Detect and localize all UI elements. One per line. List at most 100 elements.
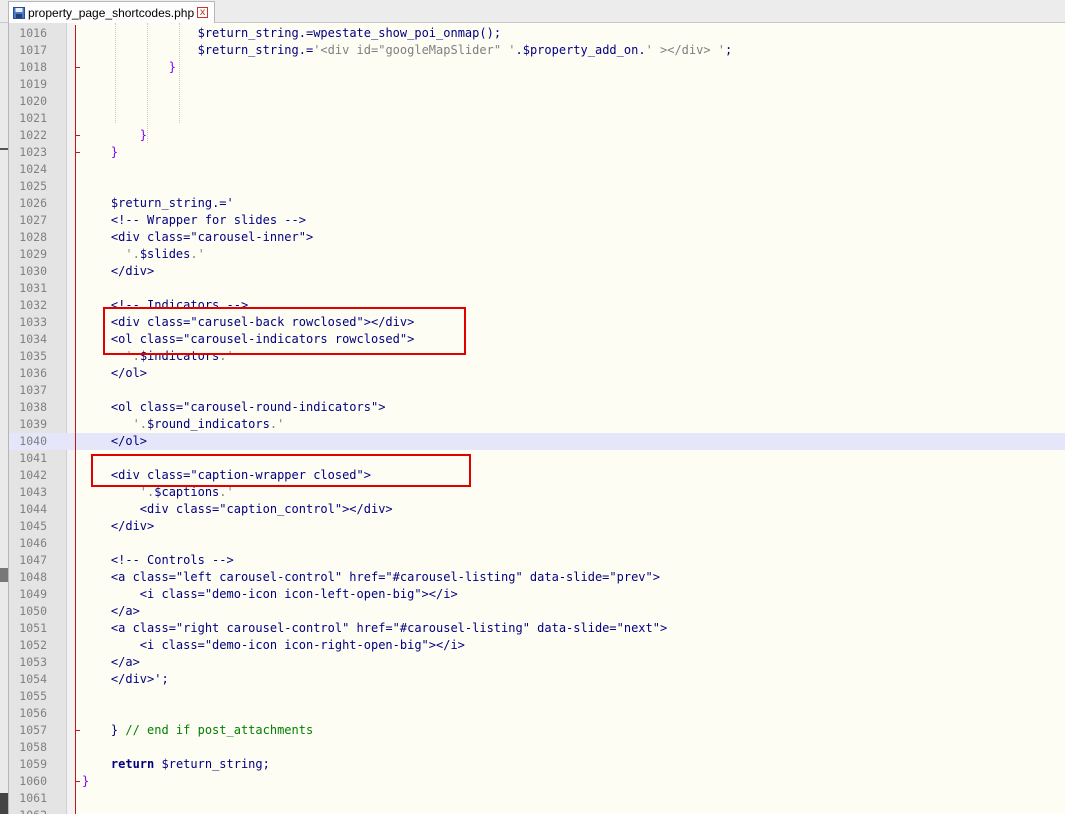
line-number: 1059	[19, 757, 47, 771]
line-number: 1041	[19, 451, 47, 465]
fold-line	[75, 331, 76, 348]
fold-line	[75, 246, 76, 263]
code-line[interactable]: 1028 <div class="carousel-inner">	[9, 229, 1065, 246]
line-number: 1039	[19, 417, 47, 431]
panel-marker	[0, 793, 8, 814]
indent-guide	[115, 23, 116, 123]
code-text: <i class="demo-icon icon-left-open-big">…	[82, 587, 458, 601]
code-line[interactable]: 1029 '.$slides.'	[9, 246, 1065, 263]
code-line[interactable]: 1052 <i class="demo-icon icon-right-open…	[9, 637, 1065, 654]
fold-end-marker	[75, 135, 80, 136]
code-line[interactable]: 1027 <!-- Wrapper for slides -->	[9, 212, 1065, 229]
code-line[interactable]: 1036 </ol>	[9, 365, 1065, 382]
code-line[interactable]: 1037	[9, 382, 1065, 399]
code-text: <!-- Wrapper for slides -->	[82, 213, 306, 227]
line-number: 1016	[19, 26, 47, 40]
file-tab[interactable]: property_page_shortcodes.php x	[8, 1, 216, 23]
code-editor[interactable]: 1016 $return_string.=wpestate_show_poi_o…	[9, 23, 1065, 814]
code-line[interactable]: 1023 }	[9, 144, 1065, 161]
code-text: <a class="left carousel-control" href="#…	[82, 570, 660, 584]
fold-line	[75, 654, 76, 671]
code-line[interactable]: 1030 </div>	[9, 263, 1065, 280]
fold-line	[75, 42, 76, 59]
line-number: 1047	[19, 553, 47, 567]
fold-line	[75, 705, 76, 722]
line-number: 1057	[19, 723, 47, 737]
line-number: 1049	[19, 587, 47, 601]
fold-line	[75, 263, 76, 280]
fold-line	[75, 399, 76, 416]
code-line[interactable]: 1020	[9, 93, 1065, 110]
code-line[interactable]: 1021	[9, 110, 1065, 127]
code-line[interactable]: 1046	[9, 535, 1065, 552]
line-number: 1024	[19, 162, 47, 176]
code-line[interactable]: 1058	[9, 739, 1065, 756]
code-line[interactable]: 1056	[9, 705, 1065, 722]
code-line[interactable]: 1026 $return_string.='	[9, 195, 1065, 212]
code-line[interactable]: 1038 <ol class="carousel-round-indicator…	[9, 399, 1065, 416]
code-text: return $return_string;	[110, 757, 270, 771]
code-line[interactable]: 1062	[9, 807, 1065, 814]
line-number: 1035	[19, 349, 47, 363]
highlight-box-indicators	[103, 307, 466, 355]
code-line[interactable]: 1047 <!-- Controls -->	[9, 552, 1065, 569]
code-line[interactable]: 1054 </div>';	[9, 671, 1065, 688]
code-line[interactable]: 1061	[9, 790, 1065, 807]
line-number: 1026	[19, 196, 47, 210]
code-line[interactable]: 1055	[9, 688, 1065, 705]
fold-end-marker	[75, 67, 80, 68]
line-number: 1030	[19, 264, 47, 278]
line-number: 1023	[19, 145, 47, 159]
code-line[interactable]: 1019	[9, 76, 1065, 93]
code-text: <div class="caption_control"></div>	[82, 502, 393, 516]
code-text: <!-- Controls -->	[82, 553, 234, 567]
code-line[interactable]: 1018 }	[9, 59, 1065, 76]
code-text: </ol>	[82, 366, 148, 380]
code-line[interactable]: 1031	[9, 280, 1065, 297]
code-line[interactable]: 1024	[9, 161, 1065, 178]
line-number: 1022	[19, 128, 47, 142]
save-icon	[13, 6, 25, 19]
line-number: 1046	[19, 536, 47, 550]
current-code-line[interactable]: 1040 </ol>	[9, 433, 1065, 450]
code-line[interactable]: 1045 </div>	[9, 518, 1065, 535]
code-line[interactable]: 1057 } // end if post_attachments	[9, 722, 1065, 739]
line-number: 1020	[19, 94, 47, 108]
code-line[interactable]: 1050 </a>	[9, 603, 1065, 620]
line-number: 1052	[19, 638, 47, 652]
code-text: }	[82, 774, 90, 788]
code-line[interactable]: 1049 <i class="demo-icon icon-left-open-…	[9, 586, 1065, 603]
code-text: <ol class="carousel-round-indicators">	[82, 400, 386, 414]
line-number: 1025	[19, 179, 47, 193]
panel-marker	[0, 568, 8, 582]
line-number: 1044	[19, 502, 47, 516]
code-line[interactable]: 1060}	[9, 773, 1065, 790]
code-line[interactable]: 1044 <div class="caption_control"></div>	[9, 501, 1065, 518]
fold-line	[75, 433, 76, 450]
code-text: }	[82, 128, 148, 142]
line-number: 1061	[19, 791, 47, 805]
code-line[interactable]: 1048 <a class="left carousel-control" hr…	[9, 569, 1065, 586]
fold-line	[75, 756, 76, 773]
code-line[interactable]: 1053 </a>	[9, 654, 1065, 671]
code-line[interactable]: 1017 $return_string.='<div id="googleMap…	[9, 42, 1065, 59]
close-icon[interactable]: x	[197, 7, 209, 18]
code-line[interactable]: 1059 return $return_string;	[9, 756, 1065, 773]
line-number: 1029	[19, 247, 47, 261]
code-text: <i class="demo-icon icon-right-open-big"…	[82, 638, 465, 652]
fold-line	[75, 807, 76, 814]
line-number: 1050	[19, 604, 47, 618]
code-line[interactable]: 1022 }	[9, 127, 1065, 144]
fold-line	[75, 552, 76, 569]
fold-end-marker	[75, 152, 80, 153]
line-number: 1036	[19, 366, 47, 380]
line-number: 1028	[19, 230, 47, 244]
code-line[interactable]: 1025	[9, 178, 1065, 195]
fold-line	[75, 110, 76, 127]
fold-line	[75, 348, 76, 365]
line-number: 1019	[19, 77, 47, 91]
code-line[interactable]: 1039 '.$round_indicators.'	[9, 416, 1065, 433]
code-text: </a>	[82, 604, 140, 618]
code-line[interactable]: 1016 $return_string.=wpestate_show_poi_o…	[9, 25, 1065, 42]
code-line[interactable]: 1051 <a class="right carousel-control" h…	[9, 620, 1065, 637]
